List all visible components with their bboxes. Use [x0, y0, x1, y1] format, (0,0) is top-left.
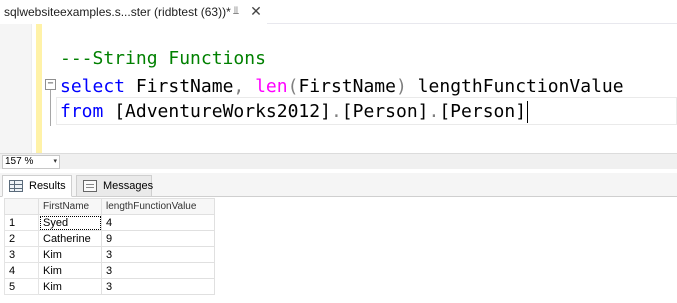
grid-corner[interactable] — [4, 198, 39, 215]
tab-results[interactable]: Results — [2, 175, 72, 197]
rparen-token: ) — [396, 76, 407, 97]
tab-messages[interactable]: Messages — [76, 175, 154, 197]
code-line-2: select FirstName, len(FirstName) lengthF… — [60, 74, 624, 100]
row-number[interactable]: 3 — [4, 246, 39, 263]
grid-cell[interactable]: Catherine — [38, 230, 102, 247]
chevron-down-icon: ▾ — [53, 158, 57, 165]
table-row[interactable]: 4 Kim 3 — [4, 262, 215, 279]
select-keyword: select — [60, 76, 126, 97]
tab-messages-label: Messages — [103, 180, 154, 192]
table-row[interactable]: 5 Kim 3 — [4, 278, 215, 295]
database-token: [AdventureWorks2012] — [114, 101, 331, 122]
zoom-dropdown[interactable]: 157 % ▾ — [2, 155, 60, 169]
code-line-1: ---String Functions — [60, 46, 266, 72]
close-icon[interactable]: ✕ — [248, 3, 264, 19]
grid-cell[interactable]: 4 — [101, 214, 215, 231]
code-line-3: from [AdventureWorks2012].[Person].[Pers… — [60, 99, 529, 125]
text-caret — [527, 101, 529, 123]
schema-token: [Person] — [341, 101, 429, 122]
dot-token: . — [428, 101, 440, 122]
query-editor[interactable]: − ---String Functions select FirstName, … — [0, 24, 677, 153]
comment-token: ---String Functions — [60, 48, 266, 69]
column-header-lengthfunctionvalue[interactable]: lengthFunctionValue — [101, 198, 215, 215]
zoom-value: 157 % — [5, 156, 34, 167]
lparen-token: ( — [287, 76, 299, 97]
editor-margin — [0, 24, 32, 153]
document-tab-title: sqlwebsiteexamples.s...ster (ridbtest (6… — [4, 5, 231, 19]
grid-cell[interactable]: 9 — [101, 230, 215, 247]
table-row[interactable]: 3 Kim 3 — [4, 246, 215, 263]
argument-token: FirstName — [298, 76, 396, 97]
len-function-token: len — [255, 76, 288, 97]
results-grid[interactable]: FirstName lengthFunctionValue 1 Syed 4 2… — [4, 198, 215, 295]
grid-cell[interactable]: 3 — [101, 262, 215, 279]
row-number[interactable]: 4 — [4, 262, 39, 279]
query-document-tab[interactable]: sqlwebsiteexamples.s...ster (ridbtest (6… — [0, 0, 267, 24]
editor-status-bar: 157 % ▾ — [0, 153, 677, 169]
pin-icon[interactable]: ⫫ — [228, 3, 244, 19]
results-pane: Results Messages FirstName lengthFunctio… — [0, 169, 677, 303]
column-header-firstname[interactable]: FirstName — [38, 198, 102, 215]
grid-cell[interactable]: 3 — [101, 246, 215, 263]
grid-icon — [9, 180, 23, 192]
from-keyword: from — [60, 101, 104, 122]
alias-token: lengthFunctionValue — [406, 76, 624, 97]
grid-cell[interactable]: 3 — [101, 278, 215, 295]
grid-cell[interactable]: Kim — [38, 278, 102, 295]
grid-header-row: FirstName lengthFunctionValue — [4, 198, 215, 215]
document-tab-strip: sqlwebsiteexamples.s...ster (ridbtest (6… — [0, 0, 677, 24]
row-number[interactable]: 2 — [4, 230, 39, 247]
grid-cell[interactable]: Kim — [38, 246, 102, 263]
grid-cell[interactable]: Syed — [38, 214, 102, 231]
table-row[interactable]: 2 Catherine 9 — [4, 230, 215, 247]
outline-guide-line — [50, 84, 51, 126]
messages-icon — [83, 180, 97, 192]
results-tab-strip: Results Messages — [0, 173, 677, 197]
change-tracking-bar — [36, 24, 42, 153]
table-token: [Person] — [439, 101, 527, 122]
row-number[interactable]: 5 — [4, 278, 39, 295]
table-row[interactable]: 1 Syed 4 — [4, 214, 215, 231]
dot-token: . — [330, 101, 342, 122]
row-number[interactable]: 1 — [4, 214, 39, 231]
grid-cell[interactable]: Kim — [38, 262, 102, 279]
column-token: FirstName — [125, 76, 234, 97]
collapse-toggle-icon[interactable]: − — [45, 79, 56, 90]
comma-token: , — [233, 76, 245, 97]
horizontal-scrollbar[interactable] — [62, 155, 675, 169]
tab-results-label: Results — [29, 180, 66, 192]
